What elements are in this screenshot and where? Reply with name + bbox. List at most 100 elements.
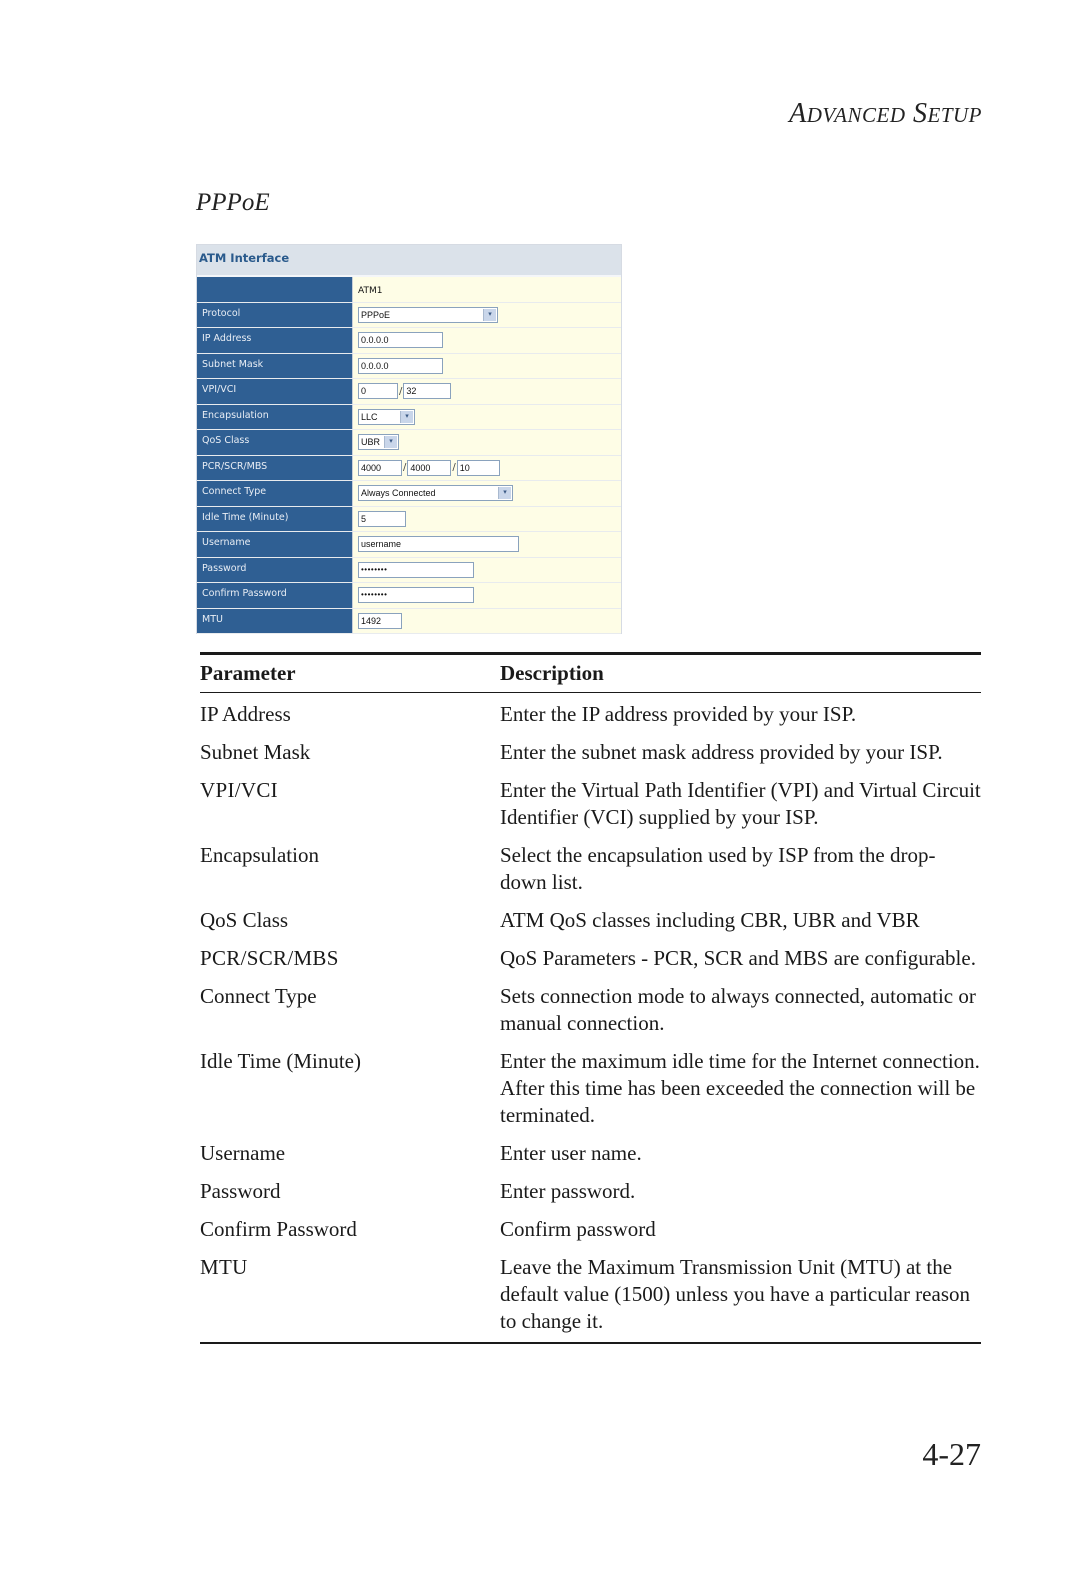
description-cell: Sets connection mode to always connected… (500, 984, 976, 1035)
field-label: PCR/SCR/MBS (197, 455, 353, 480)
running-head-text: ETUP (927, 103, 982, 127)
row-password: Password •••••••• (197, 557, 621, 583)
table-row: Username Enter user name. (200, 1136, 981, 1174)
parameter-cell: PCR/SCR/MBS (200, 946, 339, 970)
table-row: Password Enter password. (200, 1174, 981, 1212)
section-title: PPPoE (196, 189, 270, 216)
table-row: Idle Time (Minute) Enter the maximum idle… (200, 1044, 981, 1136)
table-bottom-rule (200, 1342, 981, 1344)
parameter-cell: Subnet Mask (200, 740, 311, 764)
description-cell: Enter user name. (500, 1141, 642, 1165)
row-idle-time: Idle Time (Minute) 5 (197, 506, 621, 532)
mtu-input[interactable]: 1492 (358, 612, 402, 629)
qos-class-select[interactable]: UBR ▾ (358, 434, 399, 451)
table-row: IP Address Enter the IP address provided … (200, 697, 981, 735)
table-row: MTU Leave the Maximum Transmission Unit (… (200, 1250, 981, 1342)
panel-title: ATM Interface (199, 251, 290, 265)
panel-header: ATM Interface (197, 245, 621, 275)
field-label: QoS Class (197, 430, 353, 455)
field-label: IP Address (197, 328, 353, 353)
parameter-cell: Encapsulation (200, 843, 319, 867)
parameter-cell: Idle Time (Minute) (200, 1049, 361, 1073)
field-label: MTU (197, 608, 353, 633)
description-cell: Enter the subnet mask address provided b… (500, 740, 943, 764)
field-label: Confirm Password (197, 583, 353, 608)
chevron-down-icon: ▾ (498, 487, 511, 500)
field-label: Protocol (197, 302, 353, 327)
table-row: Confirm Password Confirm password (200, 1212, 981, 1250)
page-number: 4-27 (922, 1436, 981, 1472)
row-protocol: Protocol PPPoE ▾ (197, 302, 621, 328)
vci-input[interactable]: 32 (403, 383, 452, 400)
idle-time-input[interactable]: 5 (358, 510, 406, 527)
field-label: Connect Type (197, 481, 353, 506)
protocol-value: PPPoE (361, 309, 391, 320)
field-label: Password (197, 557, 353, 582)
ip-address-input[interactable]: 0.0.0.0 (358, 332, 443, 349)
connect-type-value: Always Connected (361, 488, 436, 499)
subnet-mask-input[interactable]: 0.0.0.0 (358, 357, 443, 374)
description-cell: Enter the maximum idle time for the Inte… (500, 1049, 980, 1127)
description-cell: Select the encapsulation used by ISP fro… (500, 843, 936, 894)
row-username: Username username (197, 532, 621, 558)
description-cell: QoS Parameters - PCR, SCR and MBS are co… (500, 946, 976, 970)
row-confirm-password: Confirm Password •••••••• (197, 583, 621, 609)
table-row: QoS Class ATM QoS classes including CBR, … (200, 903, 981, 941)
field-label: Subnet Mask (197, 353, 353, 378)
password-input[interactable]: •••••••• (358, 561, 474, 578)
description-cell: Confirm password (500, 1217, 656, 1241)
field-label: Encapsulation (197, 404, 353, 429)
qos-class-value: UBR (361, 437, 381, 448)
field-label: Idle Time (Minute) (197, 506, 353, 531)
description-cell: Enter the IP address provided by your IS… (500, 702, 857, 726)
connect-type-select[interactable]: Always Connected ▾ (358, 485, 513, 502)
chevron-down-icon: ▾ (483, 308, 496, 321)
parameter-cell: QoS Class (200, 908, 289, 932)
encapsulation-value: LLC (361, 411, 378, 422)
row-mtu: MTU 1492 (197, 608, 621, 634)
running-head: ADVANCED SETUP (760, 98, 982, 130)
row-subnet-mask: Subnet Mask 0.0.0.0 (197, 353, 621, 379)
description-cell: ATM QoS classes including CBR, UBR and V… (500, 908, 920, 932)
running-head-text: DVANCED (806, 103, 906, 127)
running-head-initial: S (913, 98, 928, 129)
username-input[interactable]: username (358, 536, 519, 553)
row-encapsulation: Encapsulation LLC ▾ (197, 404, 621, 430)
table-row: VPI/VCI Enter the Virtual Path Identifier… (200, 773, 981, 838)
protocol-select[interactable]: PPPoE ▾ (358, 306, 498, 323)
parameter-cell: Connect Type (200, 984, 317, 1008)
field-label (197, 277, 353, 302)
parameter-cell: Username (200, 1141, 286, 1165)
description-cell: Leave the Maximum Transmission Unit (MTU… (500, 1255, 970, 1333)
table-header: Parameter Description (200, 655, 981, 692)
header-description: Description (500, 661, 604, 685)
row-connect-type: Connect Type Always Connected ▾ (197, 481, 621, 507)
parameter-table: Parameter Description IP Address Enter th… (200, 652, 981, 1344)
interface-name: ATM1 (358, 285, 383, 296)
parameter-cell: Confirm Password (200, 1217, 357, 1241)
table-row: Subnet Mask Enter the subnet mask address… (200, 735, 981, 773)
separator: / (403, 462, 407, 474)
row-pcr-scr-mbs: PCR/SCR/MBS 4000 / 4000 / 10 (197, 455, 621, 481)
pcr-input[interactable]: 4000 (358, 459, 402, 476)
separator: / (399, 385, 403, 397)
field-label: Username (197, 532, 353, 557)
confirm-password-input[interactable]: •••••••• (358, 587, 474, 604)
parameter-cell: MTU (200, 1255, 248, 1279)
row-qos-class: QoS Class UBR ▾ (197, 430, 621, 456)
scr-input[interactable]: 4000 (407, 459, 452, 476)
parameter-cell: Password (200, 1179, 281, 1203)
field-label: VPI/VCI (197, 379, 353, 404)
description-cell: Enter password. (500, 1179, 636, 1203)
chevron-down-icon: ▾ (384, 436, 397, 449)
encapsulation-select[interactable]: LLC ▾ (358, 408, 415, 425)
header-parameter: Parameter (200, 661, 296, 685)
row-vpi-vci: VPI/VCI 0 / 32 (197, 379, 621, 405)
row-ip-address: IP Address 0.0.0.0 (197, 328, 621, 354)
running-head-initial: A (789, 98, 807, 129)
mbs-input[interactable]: 10 (456, 459, 500, 476)
parameter-cell: IP Address (200, 702, 291, 726)
table-row: PCR/SCR/MBS QoS Parameters - PCR, SCR and… (200, 941, 981, 979)
atm-interface-screenshot: ATM Interface ATM1 Protocol PPPoE ▾ IP A… (196, 244, 622, 634)
vpi-input[interactable]: 0 (358, 383, 398, 400)
